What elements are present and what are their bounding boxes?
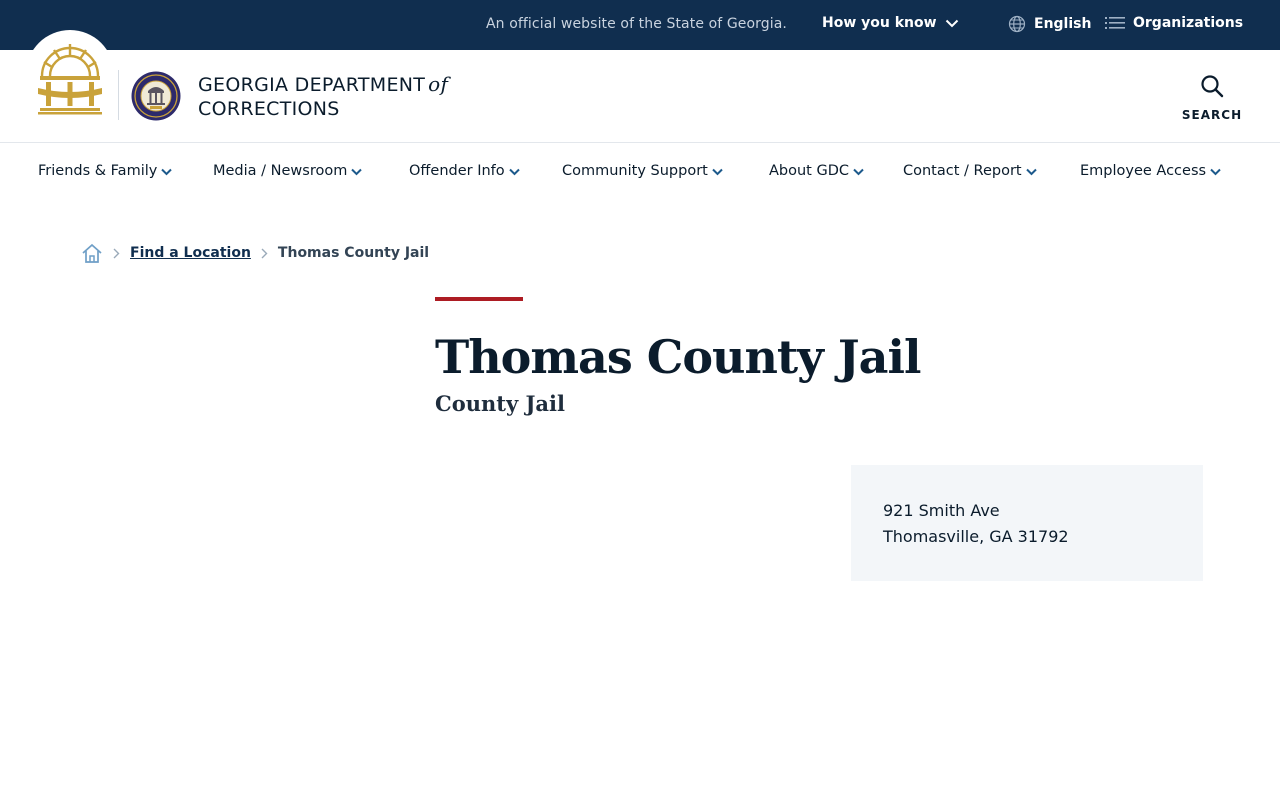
nav-label: Friends & Family: [38, 163, 158, 179]
nav-label: About GDC: [769, 163, 850, 179]
chevron-down-icon: [1025, 168, 1037, 176]
breadcrumb-find-location[interactable]: Find a Location: [130, 245, 251, 261]
page-subtitle: County Jail: [435, 391, 565, 416]
site-brand[interactable]: GEORGIA DEPARTMENT of CORRECTIONS: [198, 72, 448, 121]
page-title: Thomas County Jail: [435, 330, 921, 384]
search-label: SEARCH: [1181, 108, 1243, 122]
nav-label: Community Support: [562, 163, 708, 179]
chevron-down-icon: [853, 168, 864, 176]
organizations-label: Organizations: [1133, 15, 1244, 31]
brand-line-2: CORRECTIONS: [198, 98, 340, 120]
header-rule: [0, 142, 1280, 143]
chevron-right-icon: [261, 248, 268, 258]
georgia-arch-icon: [38, 44, 102, 115]
chevron-right-icon: [113, 248, 120, 258]
georgia-state-logo[interactable]: [36, 40, 104, 120]
how-you-know-toggle[interactable]: How you know: [822, 15, 959, 31]
nav-label: Media / Newsroom: [213, 163, 348, 179]
nav-label: Offender Info: [409, 163, 505, 179]
breadcrumb-home[interactable]: [81, 243, 103, 264]
nav-contact-report[interactable]: Contact / Report: [903, 163, 1037, 179]
official-banner: An official website of the State of Geor…: [0, 0, 1280, 50]
official-site-text: An official website of the State of Geor…: [486, 16, 787, 32]
corrections-seal: [131, 71, 181, 125]
nav-community-support[interactable]: Community Support: [562, 163, 723, 179]
nav-friends-family[interactable]: Friends & Family: [38, 163, 173, 179]
chevron-down-icon: [1210, 168, 1221, 176]
organizations-menu[interactable]: Organizations: [1105, 15, 1243, 31]
nav-media-newsroom[interactable]: Media / Newsroom: [213, 163, 363, 179]
language-selector[interactable]: English: [1008, 15, 1091, 33]
chevron-down-icon: [161, 168, 173, 176]
corrections-seal-icon: [131, 71, 181, 121]
nav-label: Contact / Report: [903, 163, 1022, 179]
breadcrumb-separator: [261, 248, 268, 259]
breadcrumb-current: Thomas County Jail: [277, 245, 430, 261]
how-you-know-label: How you know: [822, 15, 937, 31]
address-card: 921 Smith Ave Thomasville, GA 31792: [851, 465, 1203, 581]
chevron-down-icon: [945, 19, 958, 27]
list-icon: [1105, 17, 1125, 29]
main-nav: Friends & Family Media / Newsroom Offend…: [0, 163, 1280, 185]
search-button[interactable]: SEARCH: [1180, 74, 1244, 122]
globe-icon: [1008, 15, 1026, 33]
language-label: English: [1034, 16, 1092, 32]
chevron-down-icon: [351, 168, 363, 176]
nav-label: Employee Access: [1080, 163, 1207, 179]
address-street: 921 Smith Ave: [883, 501, 1000, 520]
breadcrumb-separator: [113, 248, 120, 259]
chevron-down-icon: [712, 168, 723, 176]
brand-line-1: GEORGIA DEPARTMENT: [198, 74, 426, 96]
nav-about-gdc[interactable]: About GDC: [769, 163, 864, 179]
breadcrumb: Find a Location Thomas County Jail: [81, 241, 429, 265]
nav-offender-info[interactable]: Offender Info: [409, 163, 520, 179]
chevron-down-icon: [508, 168, 520, 176]
nav-employee-access[interactable]: Employee Access: [1080, 163, 1221, 179]
home-icon: [82, 243, 102, 263]
header-divider: [118, 70, 119, 120]
search-icon: [1201, 75, 1224, 98]
address-city-state-zip: Thomasville, GA 31792: [883, 527, 1069, 546]
brand-of: of: [428, 72, 449, 96]
title-accent-bar: [435, 297, 523, 301]
